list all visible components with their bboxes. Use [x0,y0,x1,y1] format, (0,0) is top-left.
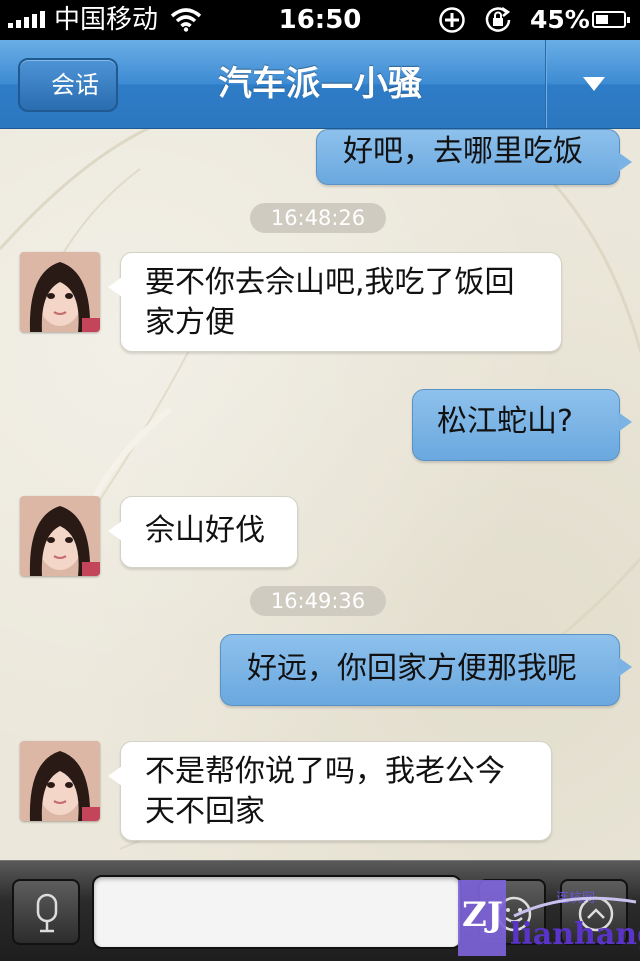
add-circle-icon [439,7,465,33]
timestamp-label: 16:49:36 [250,586,386,616]
emoji-icon [496,896,532,932]
avatar[interactable] [20,496,100,576]
chat-area[interactable]: 好吧，去哪里吃饭 16:48:26 要不你去佘山吧,我吃了饭回 家方便 松江蛇山… [0,129,640,860]
status-bar: 中国移动 16:50 45% [0,0,640,40]
input-bar [0,860,640,961]
emoji-button[interactable] [478,879,546,945]
message-text: 好吧，去哪里吃饭 [343,134,583,169]
microphone-icon [36,893,58,933]
avatar[interactable] [20,252,100,332]
back-button-label: 会话 [51,71,99,99]
page-title: 汽车派—小骚 [218,64,422,104]
battery-percent: 45% [530,5,590,34]
message-bubble-sent[interactable]: 好远，你回家方便那我呢 [220,634,632,706]
chevron-up-circle-icon [578,896,614,932]
message-bubble-received[interactable]: 要不你去佘山吧,我吃了饭回 家方便 [108,252,562,352]
message-bubble-sent[interactable]: 好吧，去哪里吃饭 [316,129,632,185]
rotation-lock-icon [485,6,511,32]
nav-bar: 会话 汽车派—小骚 [0,40,640,129]
message-input[interactable] [92,875,462,949]
avatar[interactable] [20,741,100,821]
triangle-down-icon [583,77,605,91]
message-text-line: 家方便 [145,305,235,340]
message-bubble-received[interactable]: 不是帮你说了吗，我老公今 天不回家 [108,741,552,841]
message-text: 松江蛇山? [437,404,573,439]
dropdown-button[interactable] [546,40,640,128]
message-text: 好远，你回家方便那我呢 [247,651,577,686]
message-text-line: 不是帮你说了吗，我老公今 [145,754,505,789]
message-bubble-sent[interactable]: 松江蛇山? [412,389,632,461]
timestamp-label: 16:48:26 [250,203,386,233]
message-bubble-received[interactable]: 佘山好伐 [108,496,298,568]
more-button[interactable] [560,879,628,945]
message-text-line: 要不你去佘山吧,我吃了饭回 [145,265,515,300]
message-text-line: 天不回家 [145,794,265,829]
battery-icon [592,11,630,28]
back-button[interactable]: 会话 [18,58,118,112]
voice-button[interactable] [12,879,80,945]
message-text: 佘山好伐 [145,513,265,548]
battery-level [596,15,608,24]
